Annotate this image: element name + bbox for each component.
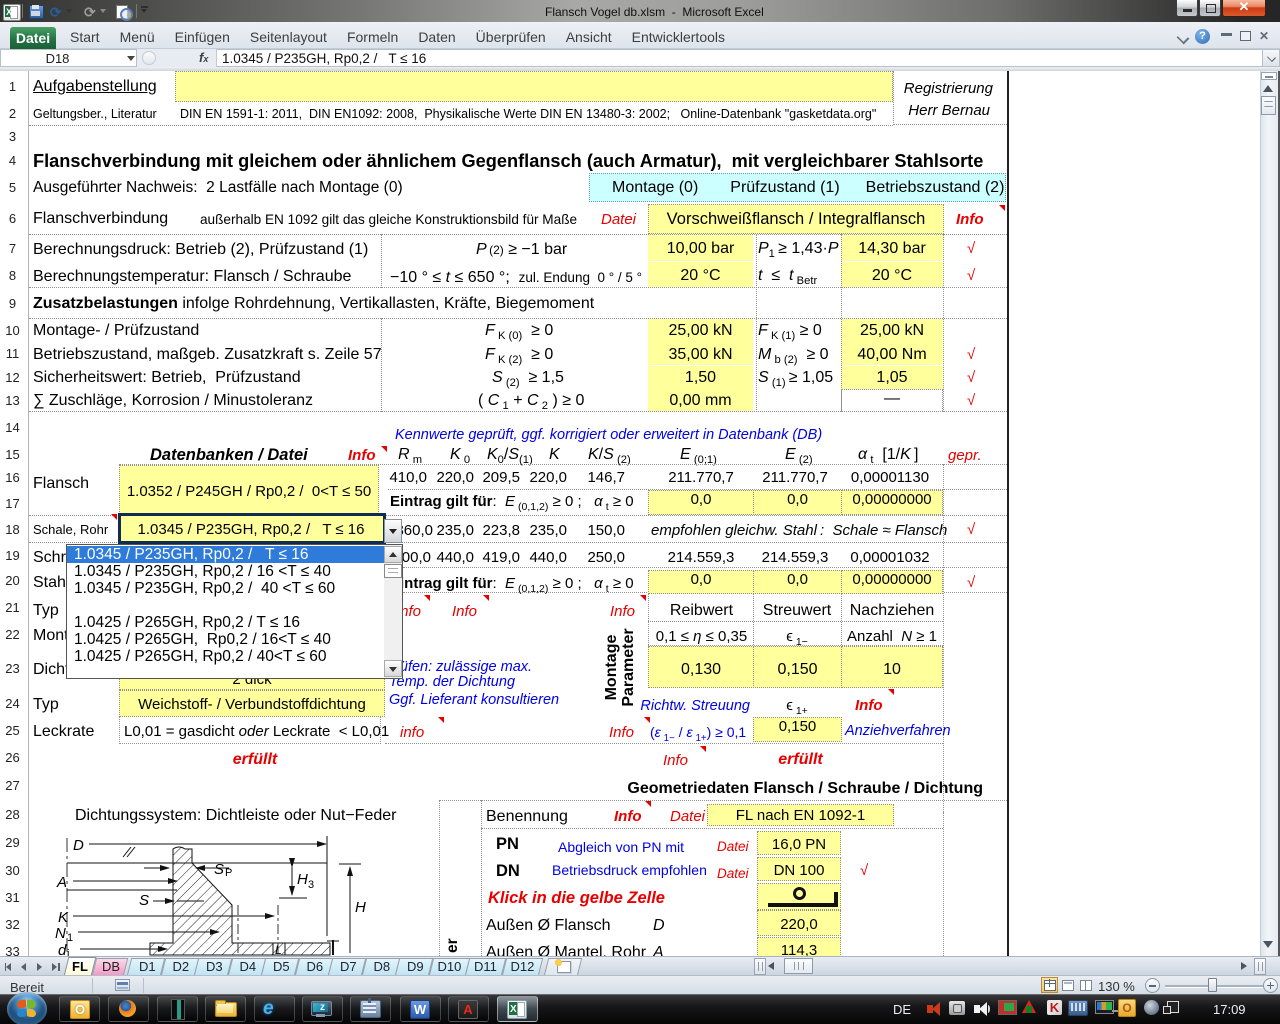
svg-text:1: 1 [67, 932, 73, 944]
svg-text:L: L [275, 943, 282, 956]
svg-text:A: A [56, 874, 67, 891]
svg-text:i: i [67, 948, 69, 956]
svg-text:P: P [225, 867, 232, 879]
svg-text:H: H [355, 899, 366, 916]
svg-text:3: 3 [308, 879, 314, 891]
svg-text:N: N [55, 925, 66, 942]
svg-text:S: S [214, 861, 224, 878]
svg-text:S: S [139, 892, 149, 909]
svg-text:K: K [58, 909, 69, 926]
svg-text:H: H [297, 871, 308, 888]
svg-text:D: D [73, 837, 84, 854]
svg-text:d: d [58, 942, 67, 956]
